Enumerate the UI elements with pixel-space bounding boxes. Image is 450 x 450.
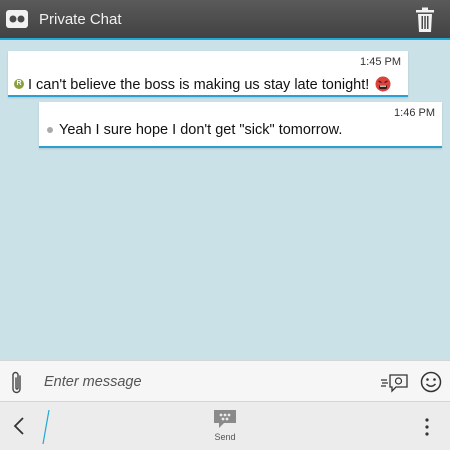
message-time: 1:45 PM [360,56,401,68]
delivery-status-icon [47,127,53,133]
title-bar: Private Chat [0,0,450,40]
trash-icon[interactable] [414,7,436,33]
message-bubble-sent[interactable]: 1:46 PM Yeah I sure hope I don't get "si… [39,102,442,148]
overflow-menu-icon[interactable] [420,416,434,438]
back-chevron-icon[interactable] [12,416,26,436]
attachment-paperclip-icon[interactable] [10,370,24,396]
message-input[interactable] [44,370,344,394]
action-bar: Send [0,402,450,450]
private-chat-mask-icon [6,10,28,28]
send-bbm-icon [214,410,236,428]
message-text: Yeah I sure hope I don't get "sick" tomo… [59,122,343,138]
emoticon-smiley-icon[interactable] [420,371,442,393]
page-title: Private Chat [39,10,122,28]
send-button[interactable]: Send [201,408,249,448]
message-text: I can't believe the boss is making us st… [28,77,370,93]
sender-badge-icon: R [14,79,24,89]
angry-face-emoji-icon [375,76,391,92]
send-label: Send [214,432,236,442]
chat-area[interactable]: 1:45 PM R I can't believe the boss is ma… [0,42,450,360]
message-time: 1:46 PM [394,107,435,119]
bbm-tools-icon[interactable] [381,372,409,394]
message-composer [0,360,450,402]
message-bubble-received[interactable]: 1:45 PM R I can't believe the boss is ma… [8,51,408,97]
action-bar-separator [42,410,50,444]
